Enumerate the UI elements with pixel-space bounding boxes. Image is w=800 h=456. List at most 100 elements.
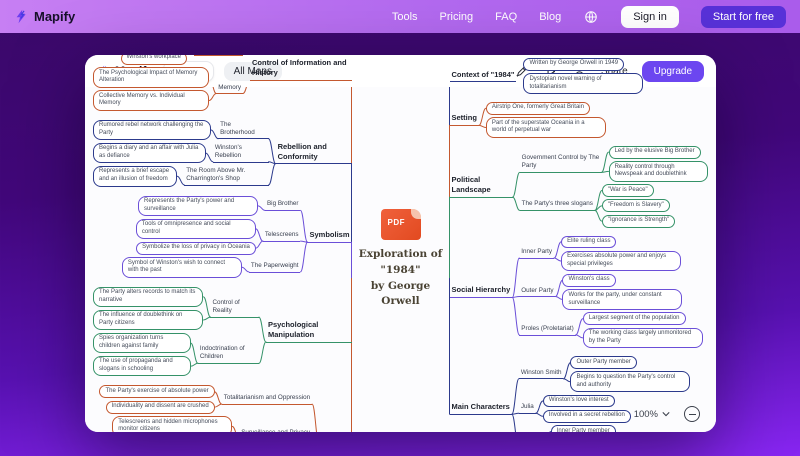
branch-topic-node[interactable]: Rebellion and Conformity [275,142,352,165]
nav-tools[interactable]: Tools [392,11,418,23]
leaf-topic-node[interactable]: The Party's exercise of absolute power [99,385,215,399]
branch-topic-node[interactable]: Setting [449,113,479,127]
leaf-topic-node[interactable]: Individuality and dissent are crushed [105,400,215,414]
branch-topic-node[interactable]: Political Landscape [449,175,513,198]
subtopic-node[interactable]: Totalitarianism and Oppression [221,394,313,405]
leaf-topic-node[interactable]: Begins to question the Party's control a… [570,371,691,393]
subtopic-node[interactable]: Indoctrination of Children [197,345,259,365]
leaf-topic-node[interactable]: Represents the Party's power and surveil… [137,195,258,217]
leaf-topic-node[interactable]: Represents a brief escape and an illusio… [93,165,178,187]
leaf-topic-node[interactable]: Led by the elusive Big Brother [608,145,701,159]
leaf-topic-node[interactable]: Telescreens and hidden microphones monit… [112,416,233,432]
leaf-topic-node[interactable]: Tools of omnipresence and social control [135,218,256,240]
leaf-topic-node[interactable]: Inner Party member [550,425,616,432]
leaf-topic-node[interactable]: Elite ruling class [561,235,617,249]
mindmap-children: Government Control by The Party Led by th… [519,145,708,228]
mindmap-node-wrap: Symbol of Winston's wish to connect with… [121,257,301,278]
mindmap-node-wrap: The Psychological Impact of Memory Alter… [93,67,210,88]
subtopic-node[interactable]: The Brotherhood [218,121,269,140]
leaf-topic-node[interactable]: "Freedom is Slavery" [601,199,670,213]
nav-faq[interactable]: FAQ [495,11,517,23]
leaf-topic-node[interactable]: Rumored rebel network challenging the Pa… [93,119,212,141]
subtopic-node[interactable]: Telescreens [262,231,301,242]
leaf-topic-node[interactable]: Spies organization turns children agains… [93,332,191,354]
mindmap-children: Begins a diary and an affair with Julia … [93,142,206,164]
subtopic-node[interactable]: Outer Party [519,287,556,298]
leaf-topic-node[interactable]: Symbolize the loss of privacy in Oceania [136,241,256,255]
mindmap-node-wrap: Rumored rebel network challenging the Pa… [93,119,212,141]
subtopic-node[interactable]: The Paperweight [248,262,301,273]
subtopic-node[interactable]: Julia [518,403,536,414]
mindmap-node-wrap: Inner Party member [550,425,616,432]
mindmap-node-wrap: The Party's exercise of absolute power [99,385,215,399]
topnav: Tools Pricing FAQ Blog Sign in Start for… [392,5,786,28]
mindmap-children: Telescreens and hidden microphones monit… [112,416,233,432]
leaf-topic-node[interactable]: The use of propaganda and slogans in sch… [93,355,191,377]
mindmap-node-wrap: Telescreens and hidden microphones monit… [112,416,233,432]
subtopic-node[interactable]: Control of Reality [210,299,259,318]
leaf-topic-node[interactable]: Winston's workplace [120,55,188,65]
leaf-topic-node[interactable]: Written by George Orwell in 1949 [523,57,625,71]
central-topic[interactable]: Exploration of "1984" by George Orwell [352,247,450,310]
leaf-topic-node[interactable]: Winston's love interest [542,394,615,408]
mindmap-node-wrap: Context of "1984" Written by George Orwel… [449,57,709,94]
leaf-topic-node[interactable]: Winston's class [562,273,616,287]
mindmap-node-wrap: Involved in a secret rebellion [542,409,631,423]
subtopic-node[interactable]: Memory [216,84,243,95]
subtopic-node[interactable]: Big Brother [264,200,301,212]
leaf-topic-node[interactable]: Begins a diary and an affair with Julia … [93,142,206,164]
mindmap-node-wrap: Symbol of Winston's wish to connect with… [121,257,242,278]
mindmap-node-wrap: The Party alters records to match its na… [93,286,259,331]
leaf-topic-node[interactable]: "Ignorance is Strength" [601,214,676,228]
branch-topic-node[interactable]: Context of "1984" [449,70,517,83]
mindmap-node-wrap: Begins to question the Party's control a… [570,371,691,393]
leaf-topic-node[interactable]: The Psychological Impact of Memory Alter… [93,67,210,88]
nav-pricing[interactable]: Pricing [440,11,474,23]
leaf-topic-node[interactable]: Exercises absolute power and enjoys spec… [561,250,682,272]
subtopic-node[interactable]: Proles (Proletariat) [519,325,576,336]
leaf-topic-node[interactable]: Airstrip One, formerly Great Britain [485,101,590,115]
subtopic-node[interactable]: Surveillance and Privacy [239,429,312,432]
leaf-topic-node[interactable]: Reality control through Newspeak and dou… [608,161,708,182]
mindmap-children: Tools of omnipresence and social control… [135,218,256,255]
zoom-level-dropdown[interactable]: 100% [634,409,670,420]
branch-topic-node[interactable]: Control of Information and History [249,58,352,81]
mindmap-node-wrap: Written by George Orwell in 1949 [523,57,625,71]
subtopic-node[interactable]: The Room Above Mr. Charrington's Shop [184,167,269,186]
leaf-topic-node[interactable]: The working class largely unmonitored by… [582,327,703,349]
subtopic-node[interactable]: The Party's three slogans [519,200,595,212]
language-globe-icon[interactable] [583,9,599,25]
bolt-logo-icon [16,9,26,24]
branch-topic-node[interactable]: Social Hierarchy [449,285,513,299]
subtopic-node[interactable]: Winston Smith [518,369,564,380]
branch-topic-node[interactable]: Psychological Manipulation [265,320,352,343]
feedback-icon[interactable] [684,406,700,422]
mindmap-canvas[interactable]: Perpetual revision of records and rewrit… [85,55,716,432]
mindmap-children: Airstrip One, formerly Great Britain Part… [485,101,606,138]
start-for-free-button[interactable]: Start for free [700,5,786,28]
leaf-topic-node[interactable]: Involved in a secret rebellion [542,409,631,423]
subtopic-node[interactable]: Government Control by The Party [519,154,602,174]
leaf-topic-node[interactable]: Symbol of Winston's wish to connect with… [121,257,242,278]
leaf-topic-node[interactable]: Part of the superstate Oceania in a worl… [485,117,606,138]
nav-blog[interactable]: Blog [539,11,561,23]
leaf-topic-node[interactable]: Largest segment of the population [582,312,686,326]
leaf-topic-node[interactable]: The Party alters records to match its na… [93,286,204,308]
mindmap-node-wrap: Airstrip One, formerly Great Britain [485,101,590,115]
branch-topic-node[interactable]: Main Characters [449,402,512,415]
site-logo[interactable]: Mapify [14,9,75,24]
branch-topic-node[interactable]: Symbolism [307,230,352,243]
leaf-topic-node[interactable]: Works for the party, under constant surv… [562,289,683,310]
leaf-topic-node[interactable]: "War is Peace" [601,184,654,197]
mindmap-node-wrap: Represents the Party's power and surveil… [137,195,258,217]
leaf-topic-node[interactable]: Dystopian novel warning of totalitariani… [523,73,644,94]
subtopic-node[interactable]: Inner Party [519,248,555,259]
leaf-topic-node[interactable]: The influence of doublethink on Party ci… [93,309,204,331]
leaf-topic-node[interactable]: Outer Party member [570,356,637,369]
subtopic-node[interactable]: The Ministry of Truth [194,55,243,57]
mindmap-center-node[interactable]: PDF Exploration of "1984" by George Orwe… [352,93,450,426]
sign-in-button[interactable]: Sign in [621,5,679,28]
subtopic-node[interactable]: Winston's Rebellion [212,144,269,163]
mindmap-node-wrap: Inner Party Elite ruling class Exercises a… [519,235,682,272]
leaf-topic-node[interactable]: Collective Memory vs. Individual Memory [93,90,210,111]
